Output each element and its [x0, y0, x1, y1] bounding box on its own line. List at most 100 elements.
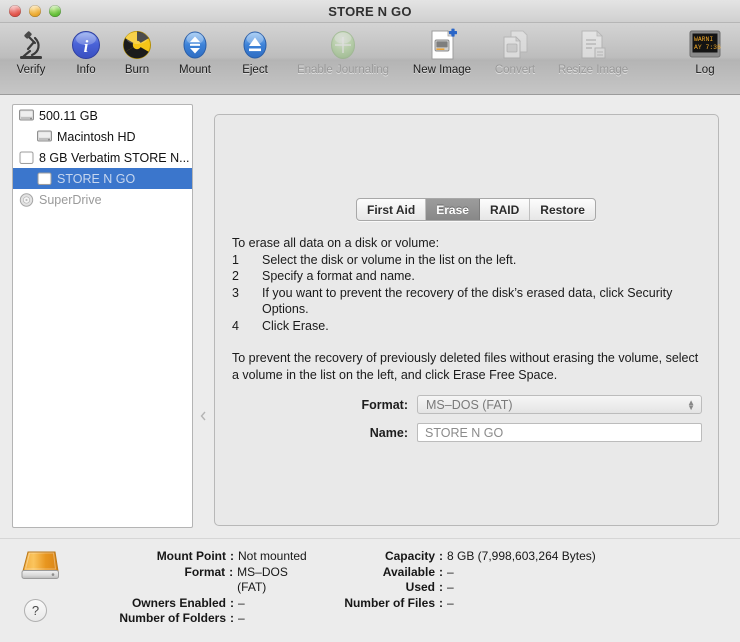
- toolbar-button-info[interactable]: i Info: [62, 27, 110, 85]
- info-colon: :: [439, 549, 447, 565]
- info-colon: :: [230, 596, 238, 612]
- toolbar-button-eject[interactable]: Eject: [226, 27, 284, 85]
- toolbar-label-convert: Convert: [495, 64, 535, 76]
- microscope-icon: [14, 27, 48, 63]
- tab-bar[interactable]: First Aid Erase RAID Restore: [356, 198, 596, 221]
- close-button-icon[interactable]: [9, 5, 21, 17]
- name-row: Name: STORE N GO: [232, 423, 702, 442]
- info-key: Capacity: [320, 549, 439, 565]
- toolbar-label-eject: Eject: [242, 64, 268, 76]
- sidebar-label: 8 GB Verbatim STORE N...: [39, 151, 190, 165]
- chevron-updown-icon: ▲▼: [687, 400, 695, 410]
- disk-list-sidebar[interactable]: 500.11 GB Macintosh HD: [12, 104, 193, 528]
- info-value: –: [447, 565, 454, 581]
- instruction-step: 4 Click Erase.: [232, 318, 707, 335]
- toolbar-button-enable-journaling[interactable]: Enable Journaling: [284, 27, 402, 85]
- burn-radiation-icon: [121, 27, 153, 63]
- toolbar-label-mount: Mount: [179, 64, 211, 76]
- erase-form: Format: MS–DOS (FAT) ▲▼ Name: STORE N GO: [232, 395, 702, 451]
- info-circle-icon: i: [70, 27, 102, 63]
- name-label: Name:: [232, 426, 417, 440]
- sidebar-item-superdrive[interactable]: SuperDrive: [13, 189, 192, 210]
- tab-restore[interactable]: Restore: [530, 199, 595, 220]
- tab-first-aid[interactable]: First Aid: [357, 199, 426, 220]
- format-select[interactable]: MS–DOS (FAT) ▲▼: [417, 395, 702, 414]
- toolbar-button-burn[interactable]: Burn: [110, 27, 164, 85]
- name-input-value: STORE N GO: [425, 426, 503, 440]
- eject-icon: [240, 27, 270, 63]
- toolbar-button-new-image[interactable]: New Image: [402, 27, 482, 85]
- zoom-button-icon[interactable]: [49, 5, 61, 17]
- internal-disk-icon: [19, 109, 34, 122]
- sidebar-item-store-n-go[interactable]: STORE N GO: [13, 168, 192, 189]
- info-key: Mount Point: [0, 549, 230, 565]
- log-screen-icon: WARNI AY 7:36: [688, 27, 722, 63]
- internal-disk-icon: [37, 130, 52, 143]
- info-row: Capacity : 8 GB (7,998,603,264 Bytes): [320, 549, 740, 565]
- toolbar-button-verify[interactable]: Verify: [0, 27, 62, 85]
- window-title: STORE N GO: [0, 4, 740, 19]
- new-image-icon: [425, 27, 459, 63]
- step-number: 2: [232, 268, 262, 285]
- format-selected-value: MS–DOS (FAT): [426, 398, 513, 412]
- info-key: Available: [320, 565, 439, 581]
- disk-utility-window: STORE N GO Verify: [0, 0, 740, 642]
- sidebar-item-8-gb-verbatim-store-n[interactable]: 8 GB Verbatim STORE N...: [13, 147, 192, 168]
- info-value: MS–DOS (FAT): [237, 565, 320, 596]
- info-key: Format: [0, 565, 229, 596]
- toolbar-button-log[interactable]: WARNI AY 7:36 Log: [678, 27, 732, 85]
- sidebar-splitter-handle[interactable]: [199, 410, 209, 422]
- info-row: Available : –: [320, 565, 740, 581]
- instructions-footnote: To prevent the recovery of previously de…: [232, 350, 707, 383]
- info-colon: :: [439, 596, 447, 612]
- sidebar-label: Macintosh HD: [57, 130, 136, 144]
- instruction-step: 3 If you want to prevent the recovery of…: [232, 285, 707, 318]
- minimize-button-icon[interactable]: [29, 5, 41, 17]
- tab-raid[interactable]: RAID: [480, 199, 530, 220]
- toolbar-label-burn: Burn: [125, 64, 149, 76]
- toolbar-button-convert[interactable]: Convert: [482, 27, 548, 85]
- toolbar-label-log: Log: [695, 64, 714, 76]
- tab-erase[interactable]: Erase: [426, 199, 480, 220]
- step-text: Click Erase.: [262, 318, 329, 335]
- svg-text:i: i: [84, 37, 89, 56]
- toolbar-button-resize-image[interactable]: Resize Image: [548, 27, 638, 85]
- step-number: 4: [232, 318, 262, 335]
- step-number: 3: [232, 285, 262, 318]
- sidebar-label: SuperDrive: [39, 193, 102, 207]
- info-row: Used : –: [320, 580, 740, 596]
- info-value: –: [238, 596, 245, 612]
- journaling-orb-icon: [327, 27, 359, 63]
- info-row: Mount Point : Not mounted: [0, 549, 320, 565]
- convert-documents-icon: [498, 27, 532, 63]
- info-key: Number of Files: [320, 596, 439, 612]
- content-area: 500.11 GB Macintosh HD: [0, 95, 740, 538]
- info-row: Number of Files : –: [320, 596, 740, 612]
- instructions-heading: To erase all data on a disk or volume:: [232, 235, 707, 252]
- instruction-step: 2 Specify a format and name.: [232, 268, 707, 285]
- toolbar-label-resize-image: Resize Image: [558, 64, 628, 76]
- info-key: Owners Enabled: [0, 596, 230, 612]
- toolbar-label-enable-journaling: Enable Journaling: [297, 64, 389, 76]
- name-input[interactable]: STORE N GO: [417, 423, 702, 442]
- step-text: Select the disk or volume in the list on…: [262, 252, 516, 269]
- toolbar-button-mount[interactable]: Mount: [164, 27, 226, 85]
- sidebar-item-macintosh-hd[interactable]: Macintosh HD: [13, 126, 192, 147]
- disk-info-footer: ? Mount Point : Not mounted Format : MS–…: [0, 538, 740, 642]
- sidebar-item-500-11-gb[interactable]: 500.11 GB: [13, 105, 192, 126]
- info-row: Number of Folders : –: [0, 611, 320, 627]
- svg-text:AY 7:36: AY 7:36: [694, 44, 721, 51]
- svg-text:WARNI: WARNI: [694, 36, 713, 43]
- erase-instructions: To erase all data on a disk or volume: 1…: [232, 235, 707, 383]
- step-text: If you want to prevent the recovery of t…: [262, 285, 707, 318]
- info-key: Used: [320, 580, 439, 596]
- info-value: –: [447, 580, 454, 596]
- toolbar-label-verify: Verify: [17, 64, 46, 76]
- info-row: Owners Enabled : –: [0, 596, 320, 612]
- info-colon: :: [439, 565, 447, 581]
- info-row: Format : MS–DOS (FAT): [0, 565, 320, 596]
- info-colon: :: [230, 549, 238, 565]
- format-row: Format: MS–DOS (FAT) ▲▼: [232, 395, 702, 414]
- info-key: Number of Folders: [0, 611, 230, 627]
- info-value: –: [447, 596, 454, 612]
